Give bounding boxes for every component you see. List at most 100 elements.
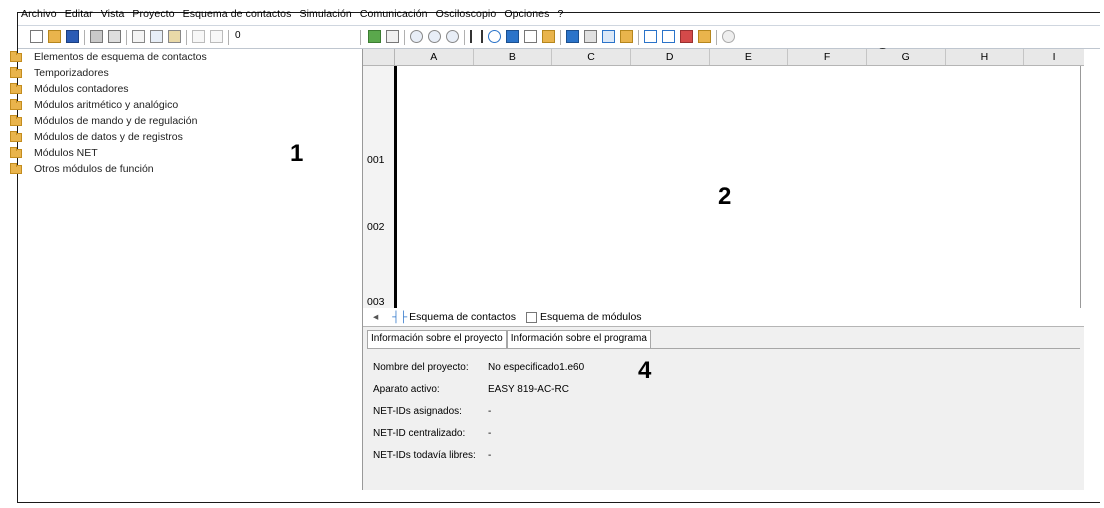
view3-icon[interactable]: [620, 30, 633, 43]
toolbar-separator: [228, 30, 229, 45]
info-value: No especificado1.e60: [488, 362, 585, 373]
grid-icon[interactable]: [386, 30, 399, 43]
info-label: NET-IDs asignados:: [373, 406, 462, 417]
cut-icon[interactable]: [132, 30, 145, 43]
toolbar-separator: [186, 30, 187, 45]
tree-item[interactable]: Elementos de esquema de contactos: [10, 49, 360, 65]
info-label: Nombre del proyecto:: [373, 362, 469, 373]
tree-item-label: Módulos de datos y de registros: [34, 131, 183, 143]
view2-icon[interactable]: [584, 30, 597, 43]
info-row: Aparato activo: EASY 819-AC-RC: [373, 384, 569, 395]
toolbar-separator: [464, 30, 465, 45]
menu-comunicacion[interactable]: Comunicación: [356, 8, 432, 20]
menu-help[interactable]: ?: [553, 8, 567, 20]
callout-2: 2: [718, 183, 732, 210]
tree-item[interactable]: Módulos contadores: [10, 81, 360, 97]
undo-icon[interactable]: [192, 30, 205, 43]
column-label: G: [867, 49, 946, 65]
row-label: 001: [367, 154, 385, 166]
tab-scroll-left-icon[interactable]: ◂: [373, 311, 378, 323]
tree-item[interactable]: Módulos aritmético y analógico: [10, 97, 360, 113]
tree-item[interactable]: Temporizadores: [10, 65, 360, 81]
toolbar-separator: [360, 30, 361, 45]
toolbar-separator: [638, 30, 639, 45]
tree-item-label: Elementos de esquema de contactos: [34, 51, 207, 63]
tree-item[interactable]: Módulos de mando y de regulación: [10, 113, 360, 129]
tree-item-label: Módulos de mando y de regulación: [34, 115, 198, 127]
save-icon[interactable]: [66, 30, 79, 43]
settings-icon[interactable]: [722, 30, 735, 43]
info-label: NET-IDs todavía libres:: [373, 450, 476, 461]
info-value: -: [488, 406, 492, 417]
info-tabs: Información sobre el proyecto Informació…: [367, 330, 651, 348]
column-header: A B C D E F G H I: [363, 49, 1084, 66]
toolbar-separator: [716, 30, 717, 45]
print-preview-icon[interactable]: [108, 30, 121, 43]
copy-icon[interactable]: [150, 30, 163, 43]
module-icon[interactable]: [506, 30, 519, 43]
view-tabs: ◂ ┤├ Esquema de contactos Esquema de mód…: [363, 308, 1084, 327]
folder-icon: [10, 162, 22, 174]
callout-4: 4: [638, 357, 652, 384]
row-label: 002: [367, 221, 385, 233]
menu-opciones[interactable]: Opciones: [500, 8, 553, 20]
new-icon[interactable]: [30, 30, 43, 43]
menu-archivo[interactable]: Archivo: [17, 8, 61, 20]
toolbar-separator: [126, 30, 127, 45]
check-icon[interactable]: [368, 30, 381, 43]
tree-item[interactable]: Módulos de datos y de registros: [10, 129, 360, 145]
folder-icon: [10, 98, 22, 110]
column-label: H: [946, 49, 1025, 65]
menu-bar: Archivo Editar Vista Proyecto Esquema de…: [17, 3, 567, 25]
zoom-in-icon[interactable]: [410, 30, 423, 43]
tree-item[interactable]: Módulos NET: [10, 145, 360, 161]
folder-icon: [10, 50, 22, 62]
ladder-icon: ┤├: [392, 311, 408, 323]
frame-icon[interactable]: [644, 30, 657, 43]
contact-icon[interactable]: [470, 30, 483, 43]
tree-item[interactable]: Otros módulos de función: [10, 161, 360, 177]
cursor-icon[interactable]: [524, 30, 537, 43]
menu-esquema-contactos[interactable]: Esquema de contactos: [179, 8, 296, 20]
tab-project-info[interactable]: Información sobre el proyecto: [367, 330, 507, 348]
folder-icon: [10, 114, 22, 126]
tab-label: Esquema de módulos: [540, 311, 642, 323]
toolbar-separator: [560, 30, 561, 45]
info-label: NET-ID centralizado:: [373, 428, 466, 439]
row-gutter: 001 002 003: [363, 66, 397, 308]
menu-osciloscopio[interactable]: Osciloscopio: [432, 8, 501, 20]
zoom-fit-icon[interactable]: [446, 30, 459, 43]
function-tree: Elementos de esquema de contactos Tempor…: [10, 49, 360, 177]
info-row: NET-ID centralizado: -: [373, 428, 491, 439]
eraser-icon[interactable]: [680, 30, 693, 43]
pencil-icon[interactable]: [698, 30, 711, 43]
info-row: NET-IDs asignados: -: [373, 406, 491, 417]
redo-icon[interactable]: [210, 30, 223, 43]
module-diagram-icon: [526, 311, 537, 323]
column-label: F: [788, 49, 867, 65]
coil-icon[interactable]: [488, 30, 501, 43]
tree-item-label: Temporizadores: [34, 67, 109, 79]
tab-underline: [367, 348, 1080, 349]
zoom-out-icon[interactable]: [428, 30, 441, 43]
menu-proyecto[interactable]: Proyecto: [128, 8, 178, 20]
paste-icon[interactable]: [168, 30, 181, 43]
menu-vista[interactable]: Vista: [97, 8, 129, 20]
print-icon[interactable]: [90, 30, 103, 43]
wire-icon[interactable]: [542, 30, 555, 43]
text-icon[interactable]: [602, 30, 615, 43]
tab-ladder-diagram[interactable]: ┤├ Esquema de contactos: [392, 311, 516, 323]
column-label: B: [474, 49, 553, 65]
edit-icon[interactable]: [662, 30, 675, 43]
open-icon[interactable]: [48, 30, 61, 43]
menu-separator: [18, 25, 1100, 26]
tab-module-diagram[interactable]: Esquema de módulos: [526, 311, 642, 323]
column-label: E: [710, 49, 789, 65]
menu-editar[interactable]: Editar: [61, 8, 97, 20]
ladder-diagram-canvas[interactable]: [397, 66, 1081, 308]
tab-program-info[interactable]: Información sobre el programa: [506, 330, 651, 348]
menu-simulacion[interactable]: Simulación: [295, 8, 355, 20]
info-row: Nombre del proyecto: No especificado1.e6…: [373, 362, 584, 373]
view1-icon[interactable]: [566, 30, 579, 43]
info-value: -: [488, 450, 492, 461]
